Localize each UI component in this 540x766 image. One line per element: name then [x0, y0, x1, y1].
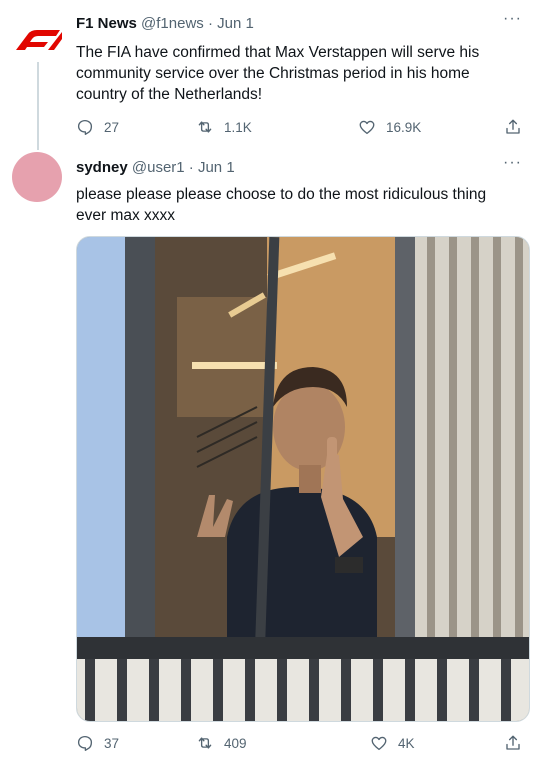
like-button[interactable]: 4K [370, 734, 415, 752]
display-name[interactable]: F1 News [76, 15, 137, 32]
thread-connector-line [37, 62, 39, 150]
tweet-date[interactable]: Jun 1 [217, 15, 254, 32]
reply-icon [77, 119, 93, 135]
tweet-photo[interactable] [76, 236, 530, 722]
share-button[interactable] [504, 118, 532, 136]
f1-logo-avatar[interactable] [12, 28, 62, 50]
share-button[interactable] [504, 734, 532, 752]
reply-button[interactable]: 37 [76, 734, 119, 752]
tweet-text: please please please choose to do the mo… [76, 186, 487, 224]
retweet-count: 409 [224, 735, 247, 751]
handle[interactable]: @user1 [132, 159, 185, 176]
like-button[interactable]: 16.9K [358, 118, 421, 136]
retweet-button[interactable]: 1.1K [196, 118, 252, 136]
retweet-count: 1.1K [224, 119, 252, 135]
tweet-date[interactable]: Jun 1 [198, 159, 235, 176]
like-count: 16.9K [386, 119, 422, 135]
like-icon [371, 736, 387, 751]
tweet-actions: 37 409 4K [76, 734, 526, 754]
avatar[interactable] [12, 152, 62, 202]
more-icon[interactable]: ··· [503, 154, 522, 172]
retweet-button[interactable]: 409 [196, 734, 247, 752]
reply-button[interactable]: 27 [76, 118, 119, 136]
reply-count: 37 [104, 735, 120, 751]
retweet-icon [198, 737, 212, 749]
reply-icon [77, 735, 93, 751]
more-icon[interactable]: ··· [503, 10, 522, 28]
share-icon [506, 735, 520, 750]
window-photo [77, 237, 529, 721]
retweet-icon [198, 121, 212, 133]
handle[interactable]: @f1news [141, 15, 204, 32]
tweet-header: sydney @user1 · Jun 1 [76, 158, 235, 178]
like-icon [359, 120, 375, 135]
tweet-actions: 27 1.1K 16.9K [76, 118, 526, 138]
display-name[interactable]: sydney [76, 159, 128, 176]
separator: · [203, 15, 218, 32]
tweet-header: F1 News @f1news · Jun 1 [76, 14, 254, 34]
reply-count: 27 [104, 119, 120, 135]
tweet-text: The FIA have confirmed that Max Verstapp… [76, 44, 480, 103]
like-count: 4K [398, 735, 415, 751]
separator: · [184, 159, 198, 176]
share-icon [506, 119, 520, 134]
tweet-f1news[interactable]: F1 News @f1news · Jun 1 ··· The FIA have… [0, 0, 540, 150]
